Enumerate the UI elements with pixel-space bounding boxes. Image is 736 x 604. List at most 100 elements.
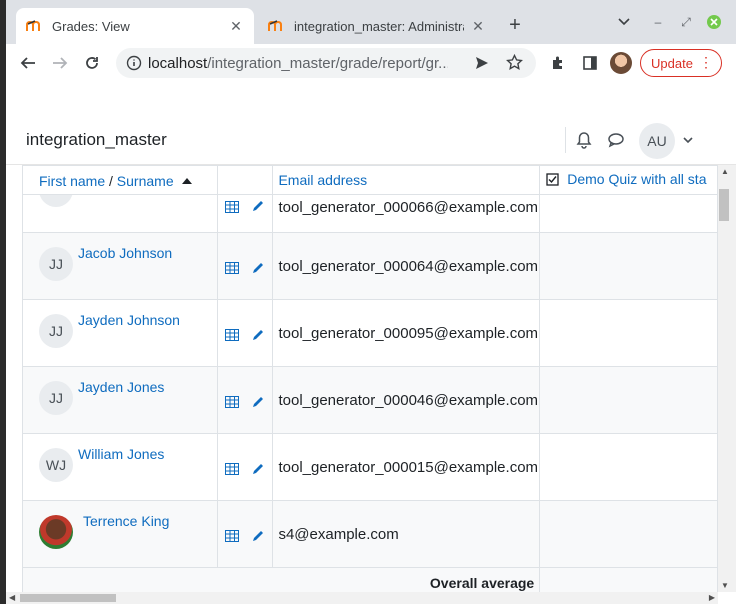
grade-cell[interactable] <box>539 500 718 568</box>
tab-title: Grades: View <box>52 18 130 34</box>
actions-cell <box>216 194 274 233</box>
side-panel-icon[interactable] <box>578 51 602 75</box>
maximize-icon[interactable]: ⤢ <box>676 12 696 32</box>
header-row: First name / Surname Email address Demo … <box>22 165 718 195</box>
horizontal-scrollbar[interactable]: ◀ ▶ <box>6 592 718 604</box>
table-row: JJ Jacob Johnson tool_generator_000064@ex… <box>22 232 718 300</box>
tab-title: integration_master: Administra <box>294 18 464 34</box>
actions-cell <box>216 232 274 300</box>
browser-toolbar: localhost/integration_master/grade/repor… <box>6 44 736 82</box>
grade-analysis-icon[interactable] <box>225 462 240 478</box>
user-avatar[interactable]: AU <box>639 123 675 159</box>
reload-icon[interactable] <box>80 51 104 75</box>
edit-pencil-icon[interactable] <box>251 328 265 345</box>
browser-window: Grades: View ✕ integration_master: Admin… <box>6 0 736 604</box>
name-cell: WJ William Jones <box>22 433 218 501</box>
bookmark-star-icon[interactable] <box>506 53 523 76</box>
tab-strip: Grades: View ✕ integration_master: Admin… <box>6 0 736 44</box>
grade-analysis-icon[interactable] <box>225 395 240 411</box>
user-name-link[interactable]: Jayden Johnson <box>78 312 180 328</box>
close-window-icon[interactable] <box>704 12 724 32</box>
tab-integration-admin[interactable]: integration_master: Administra ✕ <box>258 8 496 44</box>
overall-average-label: Overall average <box>21 567 541 592</box>
quiz-item-icon <box>546 173 559 189</box>
name-cell: JJ Jayden Johnson <box>22 299 218 367</box>
user-name-link[interactable]: Terrence King <box>83 513 169 529</box>
name-cell: JJ Jayden Jones <box>22 366 218 434</box>
notifications-bell-icon[interactable] <box>573 129 595 151</box>
overall-average-cell <box>539 567 718 592</box>
user-menu-chevron-icon[interactable] <box>677 129 699 151</box>
email-cell: tool_generator_000064@example.com <box>272 232 541 300</box>
sort-first-name-link[interactable]: First name <box>39 173 105 189</box>
edit-pencil-icon[interactable] <box>251 199 265 216</box>
grade-cell[interactable] <box>539 366 718 434</box>
user-initials-avatar: JJ <box>39 381 73 415</box>
edit-pencil-icon[interactable] <box>251 529 265 546</box>
sort-surname-link[interactable]: Surname <box>117 173 174 189</box>
edit-pencil-icon[interactable] <box>251 395 265 412</box>
new-tab-button[interactable]: + <box>504 14 526 36</box>
user-initials-avatar: JJ <box>39 314 73 348</box>
actions-cell <box>216 299 274 367</box>
page-content: integration_master AU First name / Surna… <box>6 115 736 604</box>
vertical-scroll-thumb[interactable] <box>719 189 729 221</box>
navbar-divider <box>565 127 566 153</box>
table-row: JJ Jayden Jones tool_generator_000046@exa… <box>22 366 718 434</box>
grade-analysis-icon[interactable] <box>225 529 240 545</box>
tab-search-chevron-icon[interactable] <box>614 12 634 32</box>
user-name-link[interactable]: Jayden Jones <box>78 379 164 395</box>
tab-grades-view[interactable]: Grades: View ✕ <box>16 8 254 44</box>
send-tab-icon[interactable] <box>474 55 490 76</box>
scroll-down-arrow-icon[interactable]: ▼ <box>721 581 729 590</box>
email-cell: s4@example.com <box>272 500 541 568</box>
grades-table: First name / Surname Email address Demo … <box>21 165 718 592</box>
minimize-icon[interactable]: – <box>648 12 668 32</box>
header-separator: / <box>105 173 117 189</box>
email-cell: tool_generator_000095@example.com <box>272 299 541 367</box>
navbar: integration_master AU <box>6 115 736 165</box>
extensions-icon[interactable] <box>546 51 570 75</box>
messages-bubble-icon[interactable] <box>605 129 627 151</box>
address-bar[interactable]: localhost/integration_master/grade/repor… <box>116 48 536 78</box>
table-row: tool_generator_000066@example.com <box>22 194 718 233</box>
actions-cell <box>216 433 274 501</box>
edit-pencil-icon[interactable] <box>251 462 265 479</box>
close-tab-icon[interactable]: ✕ <box>228 18 244 34</box>
edit-pencil-icon[interactable] <box>251 261 265 278</box>
grade-analysis-icon[interactable] <box>225 200 240 216</box>
close-tab-icon[interactable]: ✕ <box>470 18 486 34</box>
profile-avatar[interactable] <box>610 52 632 74</box>
url-path: /integration_master/grade/report/gr... <box>207 54 448 72</box>
table-row: WJ William Jones tool_generator_000015@ex… <box>22 433 718 501</box>
quiz-column-header: Demo Quiz with all sta <box>539 165 718 195</box>
grade-cell[interactable] <box>539 433 718 501</box>
back-arrow-icon[interactable] <box>16 51 40 75</box>
site-name[interactable]: integration_master <box>26 130 167 150</box>
vertical-scrollbar[interactable]: ▲ ▼ <box>718 165 736 592</box>
quiz-column-link[interactable]: Demo Quiz with all sta <box>567 171 706 187</box>
scroll-right-arrow-icon[interactable]: ▶ <box>709 593 715 602</box>
update-button[interactable]: Update ⋮ <box>640 49 722 77</box>
grade-cell[interactable] <box>539 232 718 300</box>
scroll-left-arrow-icon[interactable]: ◀ <box>9 593 15 602</box>
email-cell: tool_generator_000066@example.com <box>272 194 541 233</box>
actions-cell <box>216 500 274 568</box>
horizontal-scroll-thumb[interactable] <box>20 594 116 602</box>
grade-analysis-icon[interactable] <box>225 328 240 344</box>
scroll-up-arrow-icon[interactable]: ▲ <box>721 167 729 176</box>
grade-cell[interactable] <box>539 299 718 367</box>
sort-email-link[interactable]: Email address <box>278 172 367 188</box>
user-profile-photo <box>39 515 73 549</box>
email-text: tool_generator_000066@example.com <box>278 199 539 216</box>
grade-cell[interactable] <box>539 194 718 233</box>
site-info-icon[interactable] <box>126 55 142 76</box>
grade-analysis-icon[interactable] <box>225 261 240 277</box>
email-cell: tool_generator_000046@example.com <box>272 366 541 434</box>
grades-table-container: First name / Surname Email address Demo … <box>6 165 718 592</box>
user-initials-avatar: WJ <box>39 448 73 482</box>
user-name-link[interactable]: Jacob Johnson <box>78 245 172 261</box>
forward-arrow-icon[interactable] <box>48 51 72 75</box>
user-name-link[interactable]: William Jones <box>78 446 164 462</box>
more-menu-icon[interactable]: ⋮ <box>699 55 713 69</box>
